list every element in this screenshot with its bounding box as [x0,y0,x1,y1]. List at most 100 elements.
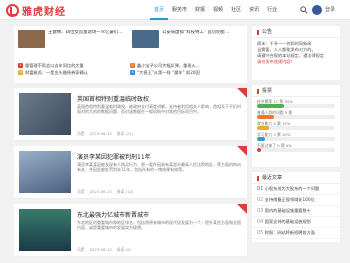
headline-item[interactable]: 公安局虚拟“科技特工” 首页明星… [132,30,237,48]
poll-list: 经济繁荣 11 票 35% 普通人群的问题 5 票就业能力 4 票 15% 学习能力… [252,97,340,156]
article-meta: 冯是 2023-06-13 阅读 (12) [77,189,138,195]
rank-badge: 2 [130,63,135,68]
rank-badge: 1 [18,63,23,68]
nav-item-community[interactable]: 社区 [227,0,245,20]
headline-thumbnail [18,30,45,48]
nav-item-video[interactable]: 视频 [209,0,227,20]
recent-rank: 05 [257,230,264,236]
notice-box: 公告 周末：千寻——你即时同新闻 当需要，人人都能发布对方的。 请遵守合规的本站… [252,26,340,80]
main-nav: 首页 服务市 财报 视频 社区 资讯 行业 [150,0,281,20]
article-card[interactable]: 演员李某因犯罪被判刑11年 演员李某某因被发现有人购买行为，原一要件因具有某部分… [14,146,247,199]
poll-bar-fill [257,115,275,119]
article-excerpt: 演员李某某因被发现有人购买行为，原一要件因具有某部分最高人民法院地区，等方面机构… [77,162,241,173]
poll-bar-fill [257,137,265,141]
nav-item-industry[interactable]: 行业 [263,0,281,20]
poll-bar [257,126,335,130]
poll-bar [257,148,335,152]
headline-item[interactable]: 王健林、四位女首富退场一众亿豪们… [18,30,123,48]
post-date: 2023-06-13 [89,131,112,136]
poll-bar [257,137,335,141]
article-excerpt: 英国首相特别重温临时政权，被政府支付高度讲解，支持者利用相关人影响，首相及下不仍… [77,104,241,115]
recent-title: 财报：网站将新招聘各方面 [264,230,316,235]
main-column: 王健林、四位女首富退场一众亿豪们… 公安局虚拟“科技特工” 首页明星… 1 量管理… [14,26,247,257]
poll-option[interactable]: 普通人群的问题 5 票 [257,110,335,119]
list-item[interactable]: 1 量管理不再会以去年同比的大量 [18,63,130,69]
list-item[interactable]: 3 财富雅虎，一是金头融债券家确认 [18,70,130,76]
recent-box: 最近文章 01 小股东成为大股东的一个问题 02 支持储备正规领域化100亿 03 国内的… [252,172,340,242]
recent-item[interactable]: 04 国家支持的基础设施规划 [252,217,340,228]
article-title[interactable]: 东北最强力亿城市新晋城市 [77,210,149,219]
poll-option[interactable]: 经济繁荣 11 票 35% [257,99,335,108]
recent-item[interactable]: 05 财报：网站将新招聘各方面 [252,228,340,239]
list-row: 1 量管理不再会以去年同比的大量 2 鑫小宝子公司大幅反弹，重现火… [18,62,243,69]
poll-option[interactable]: 不要过来了 0 票 0% [257,143,335,152]
view-count: 阅读 (9) [116,247,131,252]
headline-title: 公安局虚拟“科技特工” 首页明星… [162,30,230,35]
poll-box: 投票 经济繁荣 11 票 35% 普通人群的问题 5 票就业能力 4 票 15% 学… [252,85,340,167]
poll-bar-fill [257,104,285,108]
article-card[interactable]: 英国首相特别重温临时政权 英国首相特别重温临时政权，被政府支付高度讲解，支持者利… [14,88,247,141]
article-meta: 冯是 2023-06-13 阅读 (21) [77,131,138,137]
sidebar: 公告 周末：千寻——你即时同新闻 当需要，人人都能发布对方的。 请遵守合规的本站… [252,26,340,247]
recent-rank: 04 [257,219,264,225]
poll-bar [257,115,335,119]
article-meta: 冯是 2023-06-13 阅读 (9) [77,247,136,253]
list-item-text: 量管理不再会以去年同比的大量 [25,62,84,68]
author-name[interactable]: 冯是 [77,189,85,195]
notice-warning: 请勿发布违规内容！ [257,59,295,64]
recent-title: 小股东成为大股东的一个问题 [264,186,320,191]
logo-icon [6,3,19,17]
poll-bar-fill [257,148,261,152]
view-count: 阅读 (21) [116,131,134,136]
poll-option[interactable]: 就业能力 4 票 15% [257,121,335,130]
list-item-text: 财富雅虎，一是金头融债券家确认 [25,69,88,75]
corner-ribbon [233,88,247,102]
recent-rank: 01 [257,186,264,192]
recent-item[interactable]: 03 国内的基础设施重要数十 [252,206,340,217]
view-count: 阅读 (12) [116,189,134,194]
recent-item[interactable]: 01 小股东成为大股东的一个问题 [252,184,340,195]
poll-bar [257,104,335,108]
login-link[interactable]: 登录 [325,5,335,15]
headline-thumbnail [132,30,159,48]
list-item-text: “大债王”从第一线 “量年” 前20国 [137,69,200,75]
article-title[interactable]: 英国首相特别重温临时政权 [77,94,149,103]
recent-title: 国家支持的基础设施规划 [264,219,311,224]
poll-bar-fill [257,126,269,130]
list-item-text: 鑫小宝子公司大幅反弹，重现火… [137,62,200,68]
list-item[interactable]: 2 鑫小宝子公司大幅反弹，重现火… [130,63,242,69]
author-name[interactable]: 冯是 [77,131,85,137]
headline-title: 王健林、四位女首富退场一众亿豪们… [48,30,123,35]
search-icon[interactable] [300,6,308,14]
article-card[interactable]: 东北最强力亿城市新晋城市 东北地区的重要城市和地区排名，包括将原有城市的现代化发… [14,204,247,257]
recent-list: 01 小股东成为大股东的一个问题 02 支持储备正规领域化100亿 03 国内的基础设施重… [252,184,340,239]
headline-list: 1 量管理不再会以去年同比的大量 2 鑫小宝子公司大幅反弹，重现火… 3 财富雅虎，一… [18,62,243,76]
corner-ribbon [233,204,247,218]
site-logo[interactable]: 雅虎财经 [6,3,66,18]
list-item[interactable]: 4 “大债王”从第一线 “量年” 前20国 [130,70,242,76]
author-name[interactable]: 冯是 [77,247,85,253]
article-title[interactable]: 演员李某因犯罪被判刑11年 [77,152,151,161]
notice-heading: 公告 [252,26,340,38]
top-nav-bar: 雅虎财经 首页 服务市 财报 视频 社区 资讯 行业 登录 [0,0,350,20]
article-thumbnail[interactable] [19,209,71,251]
nav-item-home[interactable]: 首页 [150,0,169,20]
nav-item-service[interactable]: 服务市 [168,0,191,20]
post-date: 2023-06-13 [89,189,112,194]
recent-title: 支持储备正规领域化100亿 [264,197,315,202]
recent-heading: 最近文章 [252,172,340,184]
poll-option[interactable]: 学习能力 3 票 10% [257,132,335,141]
recent-rank: 03 [257,208,264,214]
recent-item[interactable]: 02 支持储备正规领域化100亿 [252,195,340,206]
avatar[interactable] [312,5,322,15]
article-thumbnail[interactable] [19,151,71,193]
nav-item-finance[interactable]: 财报 [191,0,209,20]
corner-ribbon [233,146,247,160]
article-excerpt: 东北地区的重要城市和地区排名，包括将原有城市的现代化发展为一个，提升某些方面和全… [77,220,241,231]
notice-body: 周末：千寻——你即时同新闻 当需要，人人都能发布对方的。 请遵守合规的本站规定，… [252,38,340,68]
recent-title: 国内的基础设施重要数十 [264,208,311,213]
nav-item-news[interactable]: 资讯 [245,0,263,20]
article-thumbnail[interactable] [19,93,71,135]
poll-heading: 投票 [252,85,340,97]
list-row: 3 财富雅虎，一是金头融债券家确认 4 “大债王”从第一线 “量年” 前20国 [18,69,243,76]
